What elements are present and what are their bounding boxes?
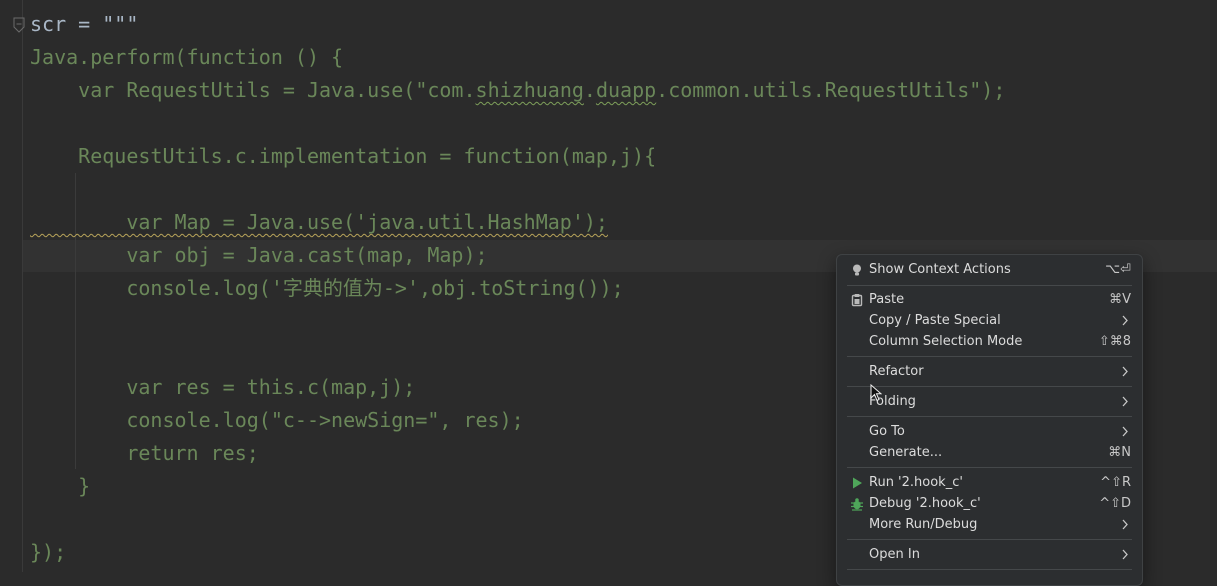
menu-item-debug[interactable]: Debug '2.hook_c' ^⇧D — [837, 493, 1142, 514]
menu-item-shortcut: ⌘N — [1108, 445, 1131, 460]
menu-separator — [847, 416, 1132, 417]
lightbulb-icon — [853, 264, 861, 276]
code-line: scr = """ — [30, 12, 139, 36]
menu-item-generate[interactable]: Generate... ⌘N — [837, 442, 1142, 463]
menu-item-label: Column Selection Mode — [869, 334, 1023, 349]
menu-separator — [847, 467, 1132, 468]
menu-item-shortcut: ⇧⌘8 — [1098, 334, 1131, 349]
code-line: var obj = Java.cast(map, Map); — [30, 243, 488, 267]
menu-item-label: Debug '2.hook_c' — [869, 496, 981, 511]
menu-separator — [847, 386, 1132, 387]
menu-item-label: More Run/Debug — [869, 517, 978, 532]
menu-item-shortcut: ⌥⏎ — [1105, 262, 1131, 277]
menu-item-go-to[interactable]: Go To — [837, 421, 1142, 442]
menu-separator — [847, 569, 1132, 570]
chevron-right-icon — [1122, 366, 1128, 377]
menu-separator — [847, 285, 1132, 286]
code-line: RequestUtils.c.implementation = function… — [30, 144, 657, 168]
menu-item-copy-paste-special[interactable]: Copy / Paste Special — [837, 310, 1142, 331]
chevron-right-icon — [1122, 396, 1128, 407]
menu-item-paste[interactable]: Paste ⌘V — [837, 289, 1142, 310]
menu-item-label: Open In — [869, 547, 920, 562]
menu-item-label: Refactor — [869, 364, 924, 379]
menu-item-run[interactable]: Run '2.hook_c' ^⇧R — [837, 472, 1142, 493]
menu-separator — [847, 356, 1132, 357]
debug-icon — [851, 498, 863, 511]
code-line: }); — [30, 540, 67, 564]
chevron-right-icon — [1122, 549, 1128, 560]
menu-item-more-run-debug[interactable]: More Run/Debug — [837, 514, 1142, 535]
run-icon — [853, 477, 862, 489]
clipboard-icon — [851, 294, 863, 307]
context-menu: Show Context Actions ⌥⏎ Paste ⌘V Copy / … — [836, 254, 1143, 586]
code-line: Java.perform(function () { — [30, 45, 344, 69]
menu-item-open-in[interactable]: Open In — [837, 544, 1142, 565]
menu-item-column-selection-mode[interactable]: Column Selection Mode ⇧⌘8 — [837, 331, 1142, 352]
menu-item-label: Paste — [869, 292, 905, 307]
menu-item-label: Generate... — [869, 445, 943, 460]
code-line: var res = this.c(map,j); — [30, 375, 416, 399]
code-line: console.log('字典的值为->',obj.toString()); — [30, 276, 624, 300]
menu-item-label: Copy / Paste Special — [869, 313, 1001, 328]
chevron-right-icon — [1122, 426, 1128, 437]
code-line: var Map = Java.use('java.util.HashMap'); — [30, 210, 608, 234]
menu-item-show-context-actions[interactable]: Show Context Actions ⌥⏎ — [837, 259, 1142, 280]
code-line: console.log("c-->newSign=", res); — [30, 408, 524, 432]
code-line: var RequestUtils = Java.use("com.shizhua… — [30, 78, 1006, 102]
menu-item-label: Go To — [869, 424, 905, 439]
menu-item-label: Show Context Actions — [869, 262, 1011, 277]
chevron-right-icon — [1122, 315, 1128, 326]
menu-item-folding[interactable]: Folding — [837, 391, 1142, 412]
menu-item-shortcut: ^⇧D — [1099, 496, 1131, 511]
menu-item-shortcut: ⌘V — [1109, 292, 1131, 307]
code-line: return res; — [30, 441, 259, 465]
menu-item-shortcut: ^⇧R — [1100, 475, 1131, 490]
menu-separator — [847, 539, 1132, 540]
menu-item-label: Run '2.hook_c' — [869, 475, 963, 490]
mouse-pointer-icon — [870, 384, 882, 402]
menu-item-refactor[interactable]: Refactor — [837, 361, 1142, 382]
code-line: } — [30, 474, 91, 498]
chevron-right-icon — [1122, 519, 1128, 530]
